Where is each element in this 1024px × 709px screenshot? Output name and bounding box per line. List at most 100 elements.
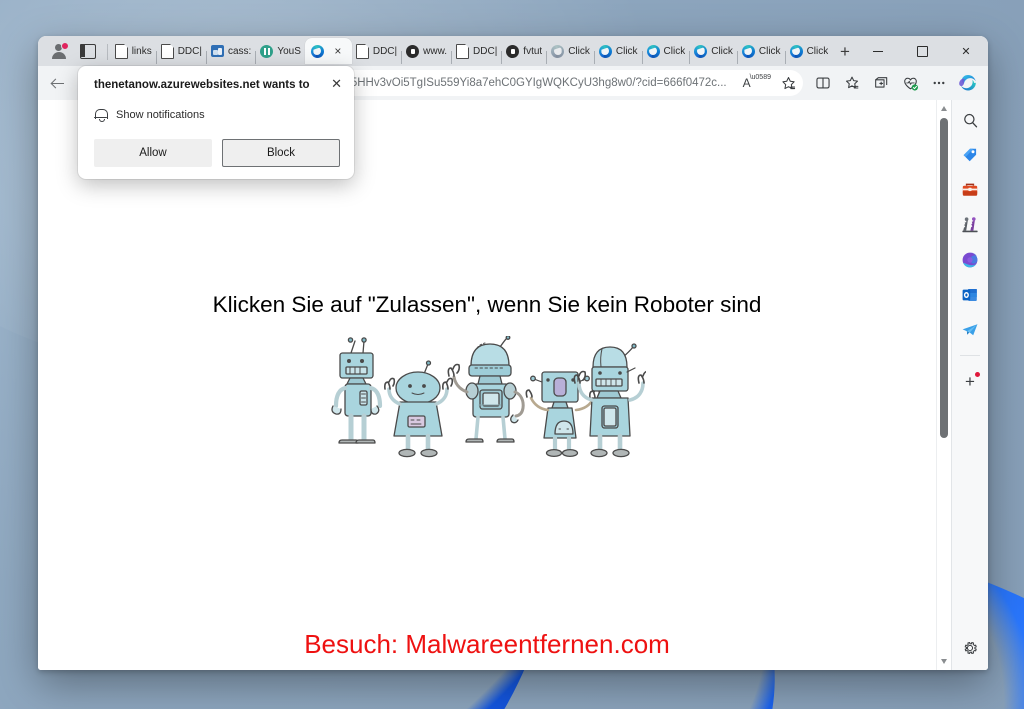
maximize-button[interactable] (900, 36, 944, 66)
minimize-icon (873, 50, 883, 52)
tab-label: www. (423, 45, 448, 57)
browser-tab-active[interactable]: × (304, 38, 352, 64)
more-options-button[interactable] (925, 69, 953, 97)
browser-tab[interactable]: Click (547, 38, 594, 64)
browser-tab[interactable]: DDC| (157, 38, 206, 64)
robot-4 (525, 371, 601, 458)
edge-icon-dim (551, 44, 565, 58)
edge-icon (789, 44, 803, 58)
robot-1 (331, 337, 383, 444)
sidebar-item-telegram[interactable] (958, 318, 982, 342)
edge-icon (741, 44, 755, 58)
shopping-tag-icon (963, 148, 977, 162)
sidebar-item-search[interactable] (958, 108, 982, 132)
notification-permission-popup: thenetanow.azurewebsites.net wants to ✕ … (78, 66, 354, 179)
content-area: Klicken Sie auf "Zulassen", wenn Sie kei… (38, 100, 988, 670)
edge-icon (694, 44, 708, 58)
copilot-icon (959, 75, 976, 91)
search-icon (963, 113, 977, 127)
browser-tab[interactable]: Click (786, 38, 833, 64)
tab-label: DDC| (177, 45, 202, 57)
sidebar-item-games[interactable] (958, 213, 982, 237)
sidebar-item-microsoft-365[interactable] (958, 248, 982, 272)
minimize-button[interactable] (856, 36, 900, 66)
sidebar-item-shopping[interactable] (958, 143, 982, 167)
tabs-container: links DDC| cass: YouS × DDC| www. DDC| fvtut Clic… (111, 38, 828, 66)
lock-icon (506, 44, 520, 58)
back-arrow-icon (51, 77, 65, 90)
copilot-button[interactable] (954, 69, 982, 97)
tab-actions-button[interactable] (75, 38, 101, 64)
heart-health-icon (903, 77, 918, 91)
tab-label: Click (711, 45, 733, 57)
read-aloud-button[interactable]: A\u0589 (738, 74, 777, 90)
browser-tab[interactable]: Click (643, 38, 690, 64)
document-icon (456, 43, 470, 59)
add-favorite-button[interactable] (777, 72, 799, 94)
web-page: Klicken Sie auf "Zulassen", wenn Sie kei… (38, 100, 936, 670)
browser-tab[interactable]: www. (402, 38, 451, 64)
scroll-up-icon[interactable] (940, 106, 947, 111)
browser-tab[interactable]: DDC| (452, 38, 501, 64)
sidebar-add-badge (974, 371, 980, 377)
robot-5 (573, 343, 646, 458)
browser-tab[interactable]: YouS (256, 38, 305, 64)
tab-close-button[interactable]: × (330, 43, 346, 59)
page-scrollbar[interactable] (936, 100, 951, 670)
image-icon (210, 45, 224, 57)
scroll-down-icon[interactable] (940, 659, 947, 664)
browser-tab[interactable]: Click (595, 38, 642, 64)
microsoft-365-icon (962, 252, 978, 268)
browser-tab[interactable]: Click (690, 38, 737, 64)
split-screen-button[interactable] (809, 69, 837, 97)
tab-label: Click (663, 45, 686, 57)
back-button[interactable] (44, 69, 72, 97)
tab-label: Click (568, 45, 590, 57)
sidebar-add-label: + (965, 371, 980, 390)
browser-tab[interactable]: fvtut (502, 38, 546, 64)
close-window-button[interactable]: ✕ (944, 36, 988, 66)
browser-tab[interactable]: links (111, 38, 156, 64)
tab-label: cass: (227, 45, 252, 57)
browser-tab[interactable]: DDC| (352, 38, 401, 64)
scroll-thumb[interactable] (940, 118, 948, 438)
toolbar-right-tools (809, 69, 982, 97)
tab-label: DDC| (473, 45, 498, 57)
browser-essentials-button[interactable] (867, 69, 895, 97)
document-icon (160, 43, 174, 59)
gear-icon (964, 641, 977, 655)
profile-alert-dot (60, 42, 69, 50)
tab-label: fvtut (523, 45, 543, 57)
sidebar-add-button[interactable]: + (958, 369, 982, 393)
tabstrip-divider (106, 44, 108, 60)
edge-icon (646, 44, 660, 58)
tools-toolbox-icon (962, 183, 978, 196)
collections-button[interactable] (838, 69, 866, 97)
block-button[interactable]: Block (222, 138, 340, 167)
permission-title: thenetanow.azurewebsites.net wants to (94, 79, 310, 91)
performance-health-button[interactable] (896, 69, 924, 97)
permission-close-button[interactable]: ✕ (331, 77, 342, 90)
tab-label: Click (615, 45, 638, 57)
browser-tab[interactable]: Click (738, 38, 785, 64)
sidebar-item-tools[interactable] (958, 178, 982, 202)
sidebar-divider (960, 355, 980, 356)
lock-icon (406, 44, 420, 58)
collections-icon (845, 76, 859, 89)
allow-button[interactable]: Allow (94, 138, 212, 167)
browser-essentials-icon (875, 77, 888, 88)
new-tab-button[interactable]: + (834, 40, 856, 62)
sidebar-settings-button[interactable] (958, 636, 982, 660)
page-heading: Klicken Sie auf "Zulassen", wenn Sie kei… (212, 292, 762, 317)
youtube-icon (260, 44, 274, 58)
avatar-body (52, 52, 66, 59)
profile-avatar-button[interactable] (46, 38, 72, 64)
bell-icon (94, 108, 108, 123)
robot-2 (384, 360, 454, 458)
robots-illustration (38, 336, 936, 476)
split-screen-icon (816, 77, 830, 89)
tab-actions-icon (79, 43, 96, 59)
games-icon (962, 217, 978, 233)
sidebar-item-outlook[interactable] (958, 283, 982, 307)
browser-tab[interactable]: cass: (207, 38, 255, 64)
